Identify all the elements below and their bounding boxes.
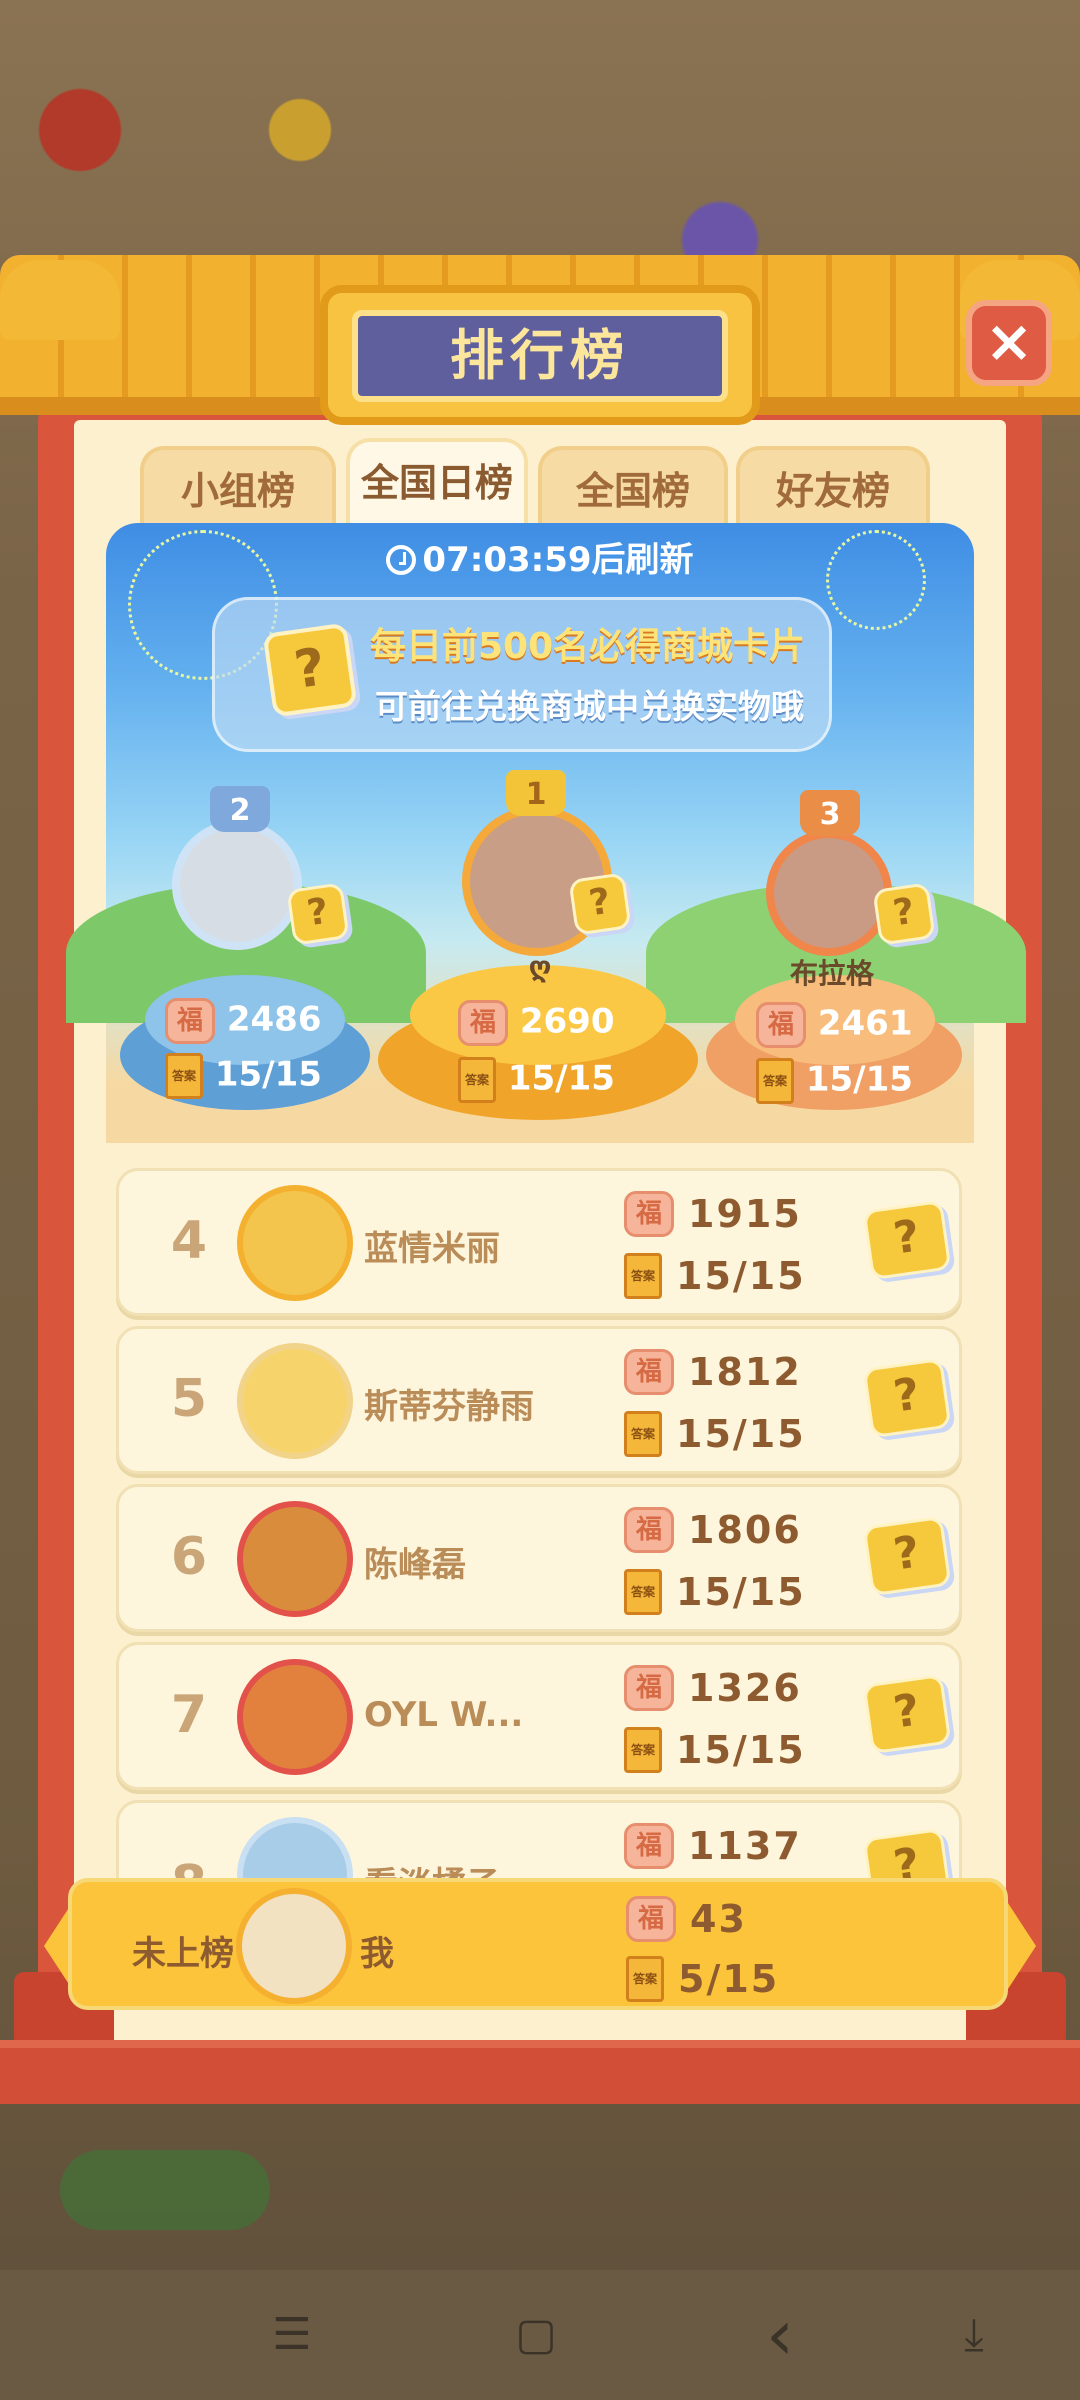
rank-number: 5 (170, 1369, 208, 1429)
card-question-icon[interactable]: ? (872, 882, 936, 946)
list-item[interactable]: 5 斯蒂芬静雨 福 1812 答案 15/15 ? (116, 1326, 962, 1474)
notice-line1: 每日前500名必得商城卡片 (370, 626, 806, 667)
my-rank-label: 未上榜 (132, 1934, 234, 1974)
list-item[interactable]: 6 陈峰磊 福 1806 答案 15/15 ? (116, 1484, 962, 1632)
score: 福 1806 (624, 1505, 802, 1553)
avatar (237, 1343, 353, 1459)
my-progress: 答案 5/15 (626, 1954, 779, 2002)
avatar (237, 1659, 353, 1775)
player-name: 陈峰磊 (364, 1545, 466, 1585)
home-icon[interactable]: ▢ (506, 2310, 566, 2360)
card-question-icon[interactable]: ? (568, 872, 632, 936)
fu-icon: 福 (624, 1822, 674, 1869)
card-question-icon[interactable]: ? (862, 1673, 952, 1755)
rank-number: 7 (170, 1685, 208, 1745)
player-name: 蓝情米丽 (364, 1229, 500, 1269)
fu-icon: 福 (624, 1664, 674, 1711)
list-item[interactable]: 7 OYL W... 福 1326 答案 15/15 ? (116, 1642, 962, 1790)
answer-book-icon: 答案 (165, 1053, 203, 1099)
avatar (237, 1185, 353, 1301)
answer-book-icon: 答案 (626, 1955, 664, 2002)
back-icon[interactable]: ‹ (750, 2300, 810, 2370)
podium-2-avatar[interactable] (172, 820, 302, 950)
my-score: 福 43 (626, 1894, 747, 1942)
close-button[interactable]: × (966, 300, 1052, 386)
answer-book-icon: 答案 (756, 1058, 794, 1104)
page-title: 排行榜 (352, 310, 728, 402)
podium-2-score: 福 2486 (165, 998, 321, 1044)
player-name: 斯蒂芬静雨 (364, 1387, 534, 1427)
progress: 答案 15/15 (624, 1567, 806, 1615)
crown-3-icon: 3 (800, 790, 860, 836)
avatar (236, 1888, 352, 2004)
answer-book-icon: 答案 (458, 1057, 496, 1103)
answer-book-icon: 答案 (624, 1726, 662, 1773)
score: 福 1915 (624, 1189, 802, 1237)
podium-1-progress: 答案 15/15 (458, 1057, 615, 1103)
menu-icon[interactable]: ☰ (262, 2310, 322, 2360)
podium-1-score: 福 2690 (458, 1000, 614, 1046)
fu-icon: 福 (165, 998, 215, 1044)
tab-group[interactable]: 小组榜 (140, 446, 336, 528)
timer-text: 07:03:59后刷新 (422, 540, 694, 580)
card-question-icon: ? (262, 622, 358, 718)
fu-icon: 福 (458, 1000, 508, 1046)
ribbon-right-tip (1006, 1900, 1036, 1992)
player-name: OYL W... (364, 1695, 524, 1735)
podium-1-name: ღ (528, 950, 552, 983)
podium-3-avatar[interactable] (766, 830, 892, 956)
fu-icon: 福 (624, 1190, 674, 1237)
podium-3-progress: 答案 15/15 (756, 1058, 913, 1104)
card-question-icon[interactable]: ? (862, 1357, 952, 1439)
progress: 答案 15/15 (624, 1725, 806, 1773)
podium-2-progress: 答案 15/15 (165, 1053, 322, 1099)
rank-number: 4 (170, 1211, 208, 1271)
answer-book-icon: 答案 (624, 1410, 662, 1457)
my-name: 我 (360, 1934, 394, 1974)
avatar (237, 1501, 353, 1617)
refresh-timer: 07:03:59后刷新 (106, 535, 974, 585)
score: 福 1326 (624, 1663, 802, 1711)
score: 福 1812 (624, 1347, 802, 1395)
fu-icon: 福 (626, 1895, 676, 1942)
download-icon[interactable]: ⤓ (944, 2310, 1004, 2360)
card-question-icon[interactable]: ? (862, 1199, 952, 1281)
progress: 答案 15/15 (624, 1251, 806, 1299)
card-question-icon[interactable]: ? (862, 1515, 952, 1597)
tab-national-daily[interactable]: 全国日榜 (346, 438, 528, 528)
tab-national[interactable]: 全国榜 (538, 446, 728, 528)
crown-2-icon: 2 (210, 786, 270, 832)
fu-icon: 福 (756, 1002, 806, 1048)
list-item[interactable]: 4 蓝情米丽 福 1915 答案 15/15 ? (116, 1168, 962, 1316)
tab-friends[interactable]: 好友榜 (736, 446, 930, 528)
fu-icon: 福 (624, 1506, 674, 1553)
answer-book-icon: 答案 (624, 1252, 662, 1299)
notice-line2: 可前往兑换商城中兑换实物哦 (375, 687, 804, 726)
podium-3-name: 布拉格 (789, 957, 874, 990)
frame-base (0, 2040, 1080, 2104)
podium-3-score: 福 2461 (756, 1002, 912, 1048)
fu-icon: 福 (624, 1348, 674, 1395)
rank-number: 6 (170, 1527, 208, 1587)
card-question-icon[interactable]: ? (286, 882, 350, 946)
roof-end-left (0, 260, 120, 340)
progress: 答案 15/15 (624, 1409, 806, 1457)
crown-1-icon: 1 (506, 770, 566, 816)
score: 福 1137 (624, 1821, 802, 1869)
clock-icon (386, 545, 417, 575)
answer-book-icon: 答案 (624, 1568, 662, 1615)
